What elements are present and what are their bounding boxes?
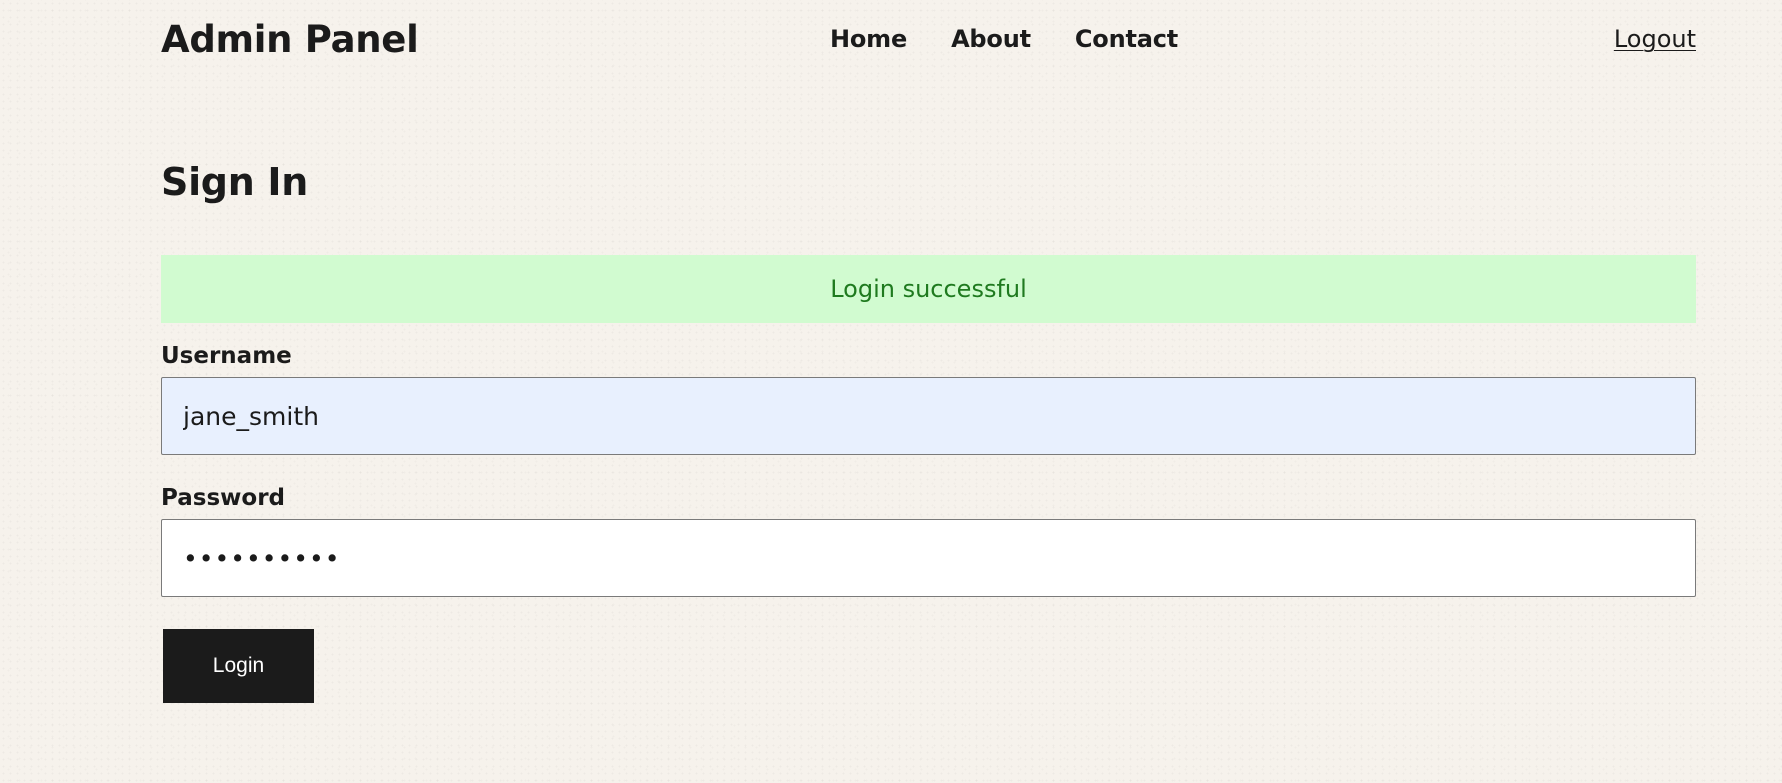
nav-link-contact[interactable]: Contact xyxy=(1075,25,1178,53)
page-container: Admin Panel Home About Contact Logout Si… xyxy=(161,0,1696,703)
site-header: Admin Panel Home About Contact Logout xyxy=(161,0,1696,84)
main-nav: Home About Contact xyxy=(830,25,1222,53)
nav-link-home[interactable]: Home xyxy=(830,25,907,53)
password-input[interactable] xyxy=(161,519,1696,597)
logout-link[interactable]: Logout xyxy=(1614,25,1696,53)
username-label: Username xyxy=(161,343,292,369)
username-input[interactable] xyxy=(161,377,1696,455)
nav-link-about[interactable]: About xyxy=(951,25,1031,53)
login-button[interactable]: Login xyxy=(163,629,314,703)
page-title: Sign In xyxy=(161,160,308,204)
brand-title: Admin Panel xyxy=(161,18,419,61)
success-alert: Login successful xyxy=(161,255,1696,323)
password-label: Password xyxy=(161,485,285,511)
